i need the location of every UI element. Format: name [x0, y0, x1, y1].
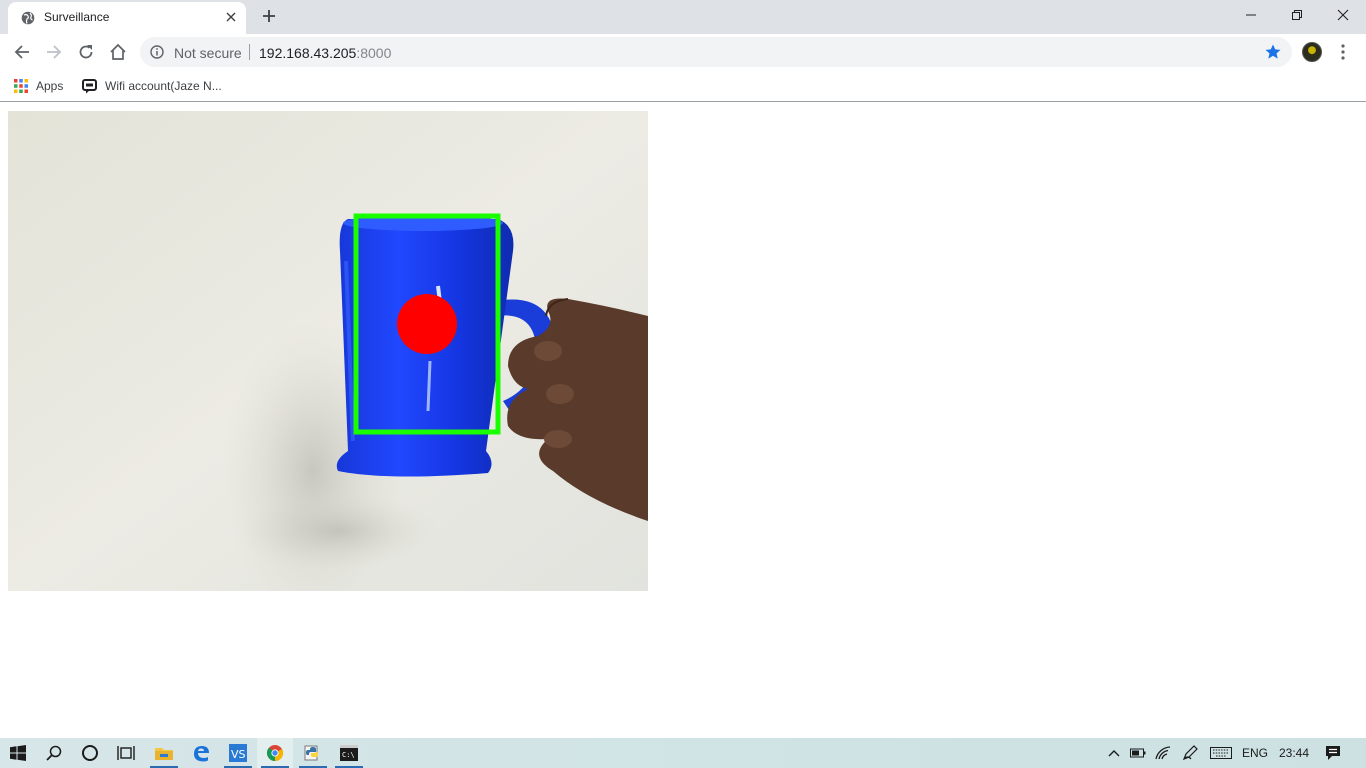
visual-studio-icon: VS [229, 744, 247, 762]
keyboard-icon [1210, 747, 1232, 759]
chat-icon [82, 78, 97, 93]
pen-icon [1182, 745, 1198, 761]
touch-keyboard[interactable] [1207, 738, 1235, 768]
start-icon [10, 745, 26, 761]
address-bar[interactable]: Not secure 192.168.43.205:8000 [140, 37, 1292, 67]
bookmark-wifi-account[interactable]: Wifi account(Jaze N... [82, 76, 222, 96]
security-label[interactable]: Not secure [174, 45, 242, 61]
taskbar-cortana[interactable] [72, 738, 108, 768]
edge-icon [194, 746, 209, 762]
close-icon [1337, 9, 1349, 21]
browser-toolbar: Not secure 192.168.43.205:8000 [0, 34, 1366, 70]
page-viewport [0, 103, 1366, 738]
arrow-left-icon [14, 45, 29, 59]
pen-workspace[interactable] [1179, 738, 1201, 768]
svg-text:C:\: C:\ [342, 751, 355, 759]
show-hidden-icons[interactable] [1104, 738, 1124, 768]
taskbar-python[interactable] [295, 738, 331, 768]
kebab-menu-icon[interactable] [1340, 42, 1346, 62]
forward-button[interactable] [44, 42, 64, 62]
chevron-up-icon [1108, 750, 1120, 757]
close-tab-icon[interactable] [223, 9, 239, 25]
bookmarks-bar: Apps Wifi account(Jaze N... [0, 70, 1366, 102]
file-explorer-icon [155, 748, 173, 760]
reload-icon [79, 45, 93, 59]
taskbar-chrome[interactable] [257, 738, 293, 768]
minimize-button[interactable] [1228, 0, 1274, 30]
minimize-icon [1246, 14, 1256, 16]
taskbar-search[interactable] [36, 738, 72, 768]
python-icon [304, 745, 318, 761]
url-port: :8000 [356, 45, 392, 61]
address-separator [249, 44, 250, 60]
tab-strip: Surveillance [0, 0, 1366, 34]
taskbar-edge[interactable] [183, 738, 219, 768]
bookmark-star-icon[interactable] [1264, 43, 1282, 61]
detection-center-marker [397, 294, 457, 354]
battery-status[interactable] [1128, 738, 1148, 768]
taskbar-visual-studio[interactable]: VS [220, 738, 256, 768]
action-center[interactable] [1320, 738, 1346, 768]
tab-surveillance[interactable]: Surveillance [8, 2, 246, 34]
close-window-button[interactable] [1320, 0, 1366, 30]
apps-grid-icon [14, 79, 28, 93]
url-text[interactable]: 192.168.43.205:8000 [259, 45, 391, 61]
arrow-right-icon [47, 45, 62, 59]
cortana-icon [82, 745, 98, 761]
bookmark-label: Apps [36, 79, 64, 93]
cmd-icon: C:\ [340, 745, 358, 761]
bookmark-apps[interactable]: Apps [14, 76, 63, 96]
system-clock[interactable]: 23:44 [1274, 738, 1314, 768]
profile-avatar[interactable] [1302, 42, 1322, 62]
svg-text:VS: VS [231, 748, 246, 761]
bookmark-label: Wifi account(Jaze N... [105, 79, 222, 93]
restore-button[interactable] [1274, 0, 1320, 30]
taskbar-cmd[interactable]: C:\ [331, 738, 367, 768]
taskbar-file-explorer[interactable] [146, 738, 182, 768]
info-icon[interactable] [150, 45, 164, 59]
new-tab-icon[interactable] [261, 8, 277, 24]
url-host: 192.168.43.205 [259, 45, 357, 61]
wifi-icon [1155, 746, 1171, 760]
start-button[interactable] [0, 738, 36, 768]
video-frame-image [8, 111, 648, 591]
notifications-icon [1326, 746, 1340, 760]
home-button[interactable] [108, 42, 128, 62]
search-icon [46, 745, 62, 761]
restore-icon [1292, 10, 1302, 20]
network-status[interactable] [1153, 738, 1173, 768]
battery-icon [1130, 748, 1146, 758]
back-button[interactable] [12, 42, 32, 62]
reload-button[interactable] [76, 42, 96, 62]
home-icon [110, 43, 126, 60]
input-language[interactable]: ENG [1238, 738, 1272, 768]
taskbar-task-view[interactable] [108, 738, 144, 768]
task-view-icon [117, 746, 135, 760]
globe-icon [21, 11, 35, 25]
tab-title: Surveillance [44, 10, 110, 24]
camera-feed [8, 111, 648, 591]
windows-taskbar: VS C:\ ENG 23:44 [0, 738, 1366, 768]
chrome-icon [267, 745, 284, 762]
